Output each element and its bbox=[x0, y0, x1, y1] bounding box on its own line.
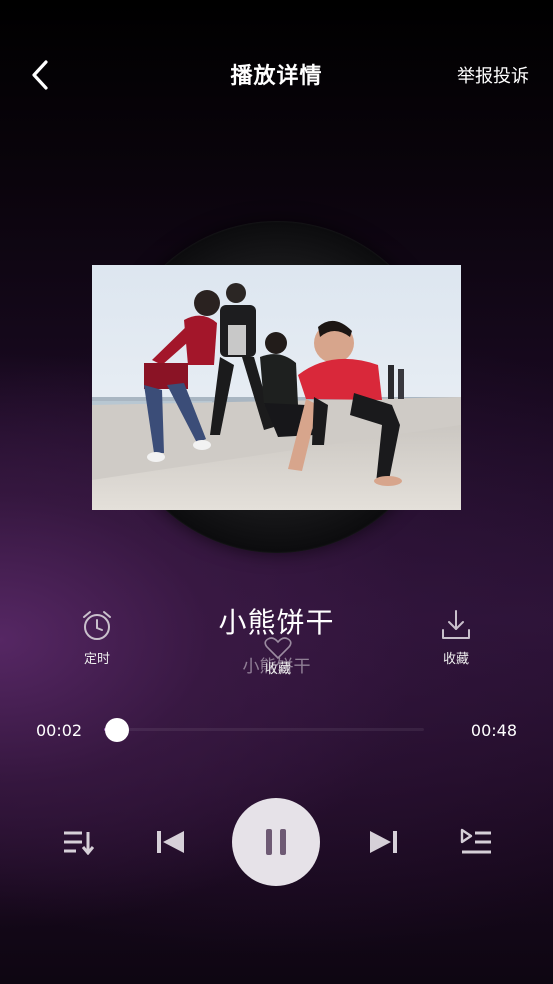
download-icon bbox=[442, 610, 470, 639]
play-pause-button[interactable] bbox=[232, 798, 320, 886]
download-button[interactable]: 收藏 bbox=[425, 608, 487, 680]
progress-bar[interactable] bbox=[104, 728, 424, 731]
previous-button[interactable] bbox=[150, 822, 190, 862]
progress-thumb[interactable] bbox=[104, 718, 129, 742]
skip-next-icon bbox=[370, 831, 397, 853]
total-time: 00:48 bbox=[470, 721, 517, 740]
skip-previous-icon bbox=[157, 831, 184, 853]
top-bar: 播放详情 举报投诉 bbox=[0, 0, 553, 150]
play-queue-button[interactable] bbox=[456, 822, 496, 862]
playlist-order-icon bbox=[64, 831, 94, 855]
playlist-order-button[interactable] bbox=[58, 822, 98, 862]
album-cover[interactable] bbox=[92, 265, 461, 510]
next-button[interactable] bbox=[364, 822, 404, 862]
favorite-label: 收藏 bbox=[264, 662, 291, 677]
favorite-button[interactable]: 收藏 bbox=[250, 637, 306, 680]
pause-icon bbox=[266, 829, 286, 855]
current-time: 00:02 bbox=[36, 721, 83, 740]
report-button[interactable]: 举报投诉 bbox=[457, 62, 529, 88]
heart-icon bbox=[264, 637, 292, 660]
download-label: 收藏 bbox=[442, 652, 469, 667]
play-queue-icon bbox=[460, 828, 491, 854]
